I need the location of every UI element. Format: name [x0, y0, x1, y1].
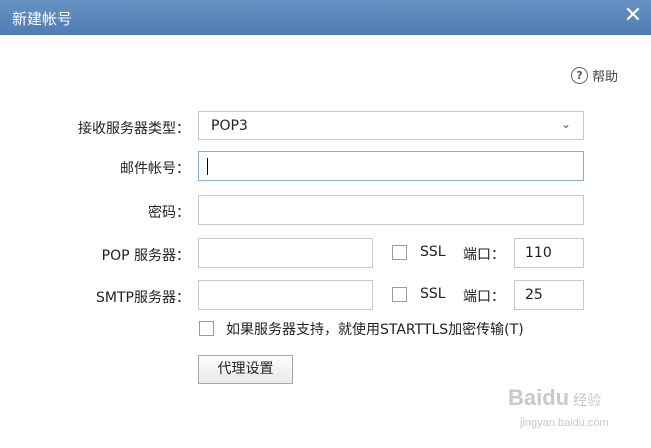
pop-port-value: 110 [525, 245, 552, 261]
help-icon: ? [571, 67, 588, 84]
smtp-port-value: 25 [525, 287, 543, 303]
pop-ssl-label: SSL [420, 244, 446, 260]
pop-server-field[interactable] [198, 238, 373, 268]
server-type-select[interactable]: POP3 ⌄ [198, 111, 584, 140]
email-label: 邮件帐号： [120, 161, 190, 177]
password-label: 密码： [148, 205, 190, 221]
email-field[interactable] [198, 151, 584, 181]
pop-ssl-checkbox[interactable] [392, 245, 407, 260]
help-label: 帮助 [592, 70, 619, 85]
help-link[interactable]: ? 帮助 [571, 66, 618, 85]
smtp-ssl-label: SSL [420, 286, 446, 302]
text-caret [207, 158, 208, 175]
starttls-label[interactable]: 如果服务器支持，就使用STARTTLS加密传输(T) [226, 319, 524, 339]
server-type-label: 接收服务器类型： [78, 121, 190, 137]
close-icon[interactable]: ✕ [621, 4, 645, 28]
smtp-server-label: SMTP服务器： [96, 290, 190, 306]
smtp-ssl-checkbox[interactable] [392, 287, 407, 302]
proxy-settings-button[interactable]: 代理设置 [198, 355, 293, 384]
title-bar: 新建帐号 ✕ [0, 0, 651, 35]
smtp-port-label: 端口： [463, 289, 505, 305]
chevron-down-icon: ⌄ [560, 117, 571, 131]
server-type-value: POP3 [211, 118, 248, 134]
pop-server-label: POP 服务器： [101, 248, 190, 264]
pop-port-field[interactable]: 110 [514, 238, 584, 268]
pop-port-label: 端口： [463, 247, 505, 263]
smtp-port-field[interactable]: 25 [514, 280, 584, 310]
watermark-suffix: 经验 [573, 392, 602, 408]
password-field[interactable] [198, 195, 584, 225]
starttls-checkbox[interactable] [199, 321, 214, 336]
watermark-url: jingyan.baidu.com [520, 417, 609, 429]
smtp-server-field[interactable] [198, 280, 373, 310]
window-title: 新建帐号 [12, 10, 73, 28]
baidu-watermark: Baidu 经验 [508, 385, 601, 411]
watermark-brand: Baidu [508, 385, 570, 410]
